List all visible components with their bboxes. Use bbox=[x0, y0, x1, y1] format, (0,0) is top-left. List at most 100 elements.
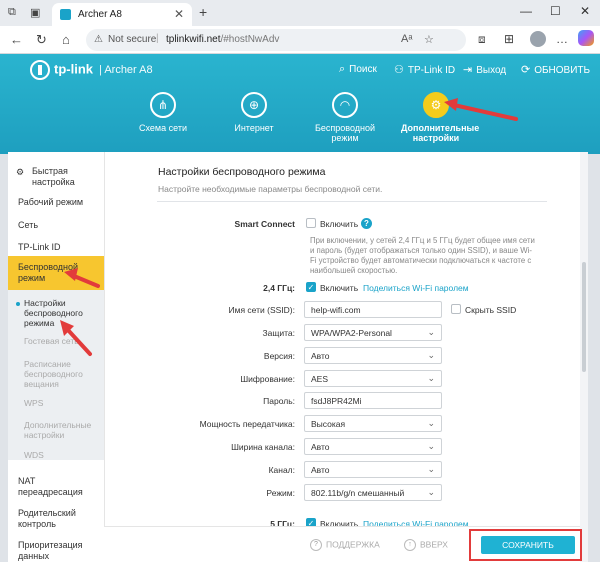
annotation-arrow-advanced bbox=[444, 98, 518, 121]
nav-internet[interactable]: ⊕ Интернет bbox=[219, 92, 289, 133]
address-toolbar: ← ↻ ⌂ ⚠ Not secure | tplinkwifi.net/#hos… bbox=[0, 26, 600, 54]
divider bbox=[157, 201, 547, 202]
channel-width-label: Ширина канала: bbox=[231, 442, 295, 452]
url-text: tplinkwifi.net/#hostNwAdv bbox=[166, 34, 280, 45]
smart-connect-checkbox[interactable] bbox=[306, 218, 316, 228]
profile-avatar[interactable] bbox=[530, 31, 546, 47]
settings-panel: Настройки беспроводного режима Настройте… bbox=[104, 152, 588, 562]
logout-link[interactable]: ⇥ Выход bbox=[463, 63, 506, 76]
band-24-label: 2,4 ГГц: bbox=[263, 283, 295, 293]
band-24-checkbox[interactable]: ✓ bbox=[306, 282, 316, 292]
read-aloud-icon[interactable]: Aᵃ bbox=[401, 33, 412, 45]
help-icon[interactable]: ? bbox=[361, 218, 372, 229]
channel-select[interactable]: Авто ⌄ bbox=[304, 461, 442, 478]
mode-select[interactable]: 802.11b/g/n смешанный ⌄ bbox=[304, 484, 442, 501]
chevron-down-icon: ⌄ bbox=[427, 441, 435, 451]
update-link[interactable]: ⟳ ОБНОВИТЬ bbox=[521, 63, 590, 76]
more-menu-icon[interactable]: … bbox=[556, 32, 568, 46]
smart-connect-enable-label: Включить bbox=[320, 219, 359, 229]
sidebar-item-tplink-id[interactable]: TP-Link ID bbox=[8, 242, 104, 253]
chevron-down-icon: ⌄ bbox=[427, 487, 435, 497]
tplink-logo: tp-link | Archer A8 bbox=[30, 60, 153, 80]
nav-network-map[interactable]: ⋔ Схема сети bbox=[128, 92, 198, 133]
tab-actions-icon[interactable]: ▣ bbox=[30, 6, 40, 19]
support-button[interactable]: ? ПОДДЕРЖКА bbox=[310, 539, 380, 551]
logout-icon: ⇥ bbox=[463, 64, 473, 76]
back-icon[interactable]: ← bbox=[10, 32, 23, 47]
maximize-icon[interactable]: ☐ bbox=[550, 4, 561, 18]
sidebar-item-network[interactable]: Сеть bbox=[8, 220, 104, 231]
close-window-icon[interactable]: ✕ bbox=[580, 4, 590, 18]
workspaces-icon[interactable]: ⧉ bbox=[8, 6, 16, 19]
band-24-enable-label: Включить bbox=[320, 283, 359, 293]
submenu-wds[interactable]: WDS bbox=[8, 450, 104, 460]
hide-ssid-checkbox[interactable] bbox=[451, 304, 461, 314]
tx-power-select[interactable]: Высокая ⌄ bbox=[304, 415, 442, 432]
new-tab-button[interactable]: + bbox=[199, 4, 207, 20]
url-separator: | bbox=[156, 33, 159, 44]
submenu-wps[interactable]: WPS bbox=[8, 398, 104, 408]
browser-tabbar: ⧉ ▣ Archer A8 ✕ + — ☐ ✕ bbox=[0, 0, 600, 26]
user-icon: ⚇ bbox=[394, 64, 404, 76]
encryption-label: Шифрование: bbox=[240, 374, 295, 384]
chevron-down-icon: ⌄ bbox=[427, 418, 435, 428]
annotation-highlight-save bbox=[469, 529, 582, 561]
network-map-icon: ⋔ bbox=[150, 92, 176, 118]
tx-power-label: Мощность передатчика: bbox=[199, 419, 295, 429]
annotation-arrow-wireless-settings bbox=[60, 320, 92, 356]
security-label: Защита: bbox=[262, 328, 296, 338]
scrollbar[interactable] bbox=[580, 152, 588, 562]
warning-icon[interactable]: ⚠ bbox=[94, 34, 103, 45]
channel-label: Канал: bbox=[268, 465, 295, 475]
chevron-down-icon: ⌄ bbox=[427, 373, 435, 383]
wifi-icon: ◠ bbox=[332, 92, 358, 118]
tab-title: Archer A8 bbox=[78, 9, 122, 20]
channel-width-select[interactable]: Авто ⌄ bbox=[304, 438, 442, 455]
page-description: Настройте необходимые параметры беспрово… bbox=[158, 184, 383, 194]
security-select[interactable]: WPA/WPA2-Personal ⌄ bbox=[304, 324, 442, 341]
sidebar-item-priority[interactable]: Приоритезация данных bbox=[8, 540, 104, 562]
share-password-link-24[interactable]: Поделиться Wi-Fi паролем bbox=[363, 283, 469, 293]
minimize-icon[interactable]: — bbox=[520, 4, 532, 18]
quick-setup-gear-icon: ⚙ bbox=[16, 167, 25, 177]
password-input[interactable]: fsdJ8PR42Mi bbox=[304, 392, 442, 409]
version-select[interactable]: Авто ⌄ bbox=[304, 347, 442, 364]
extensions-icon[interactable]: ⧈ bbox=[478, 32, 486, 47]
globe-icon: ⊕ bbox=[241, 92, 267, 118]
home-icon[interactable]: ⌂ bbox=[62, 32, 70, 47]
hide-ssid-label: Скрыть SSID bbox=[465, 305, 517, 315]
tplink-favicon-icon bbox=[60, 9, 71, 20]
top-button[interactable]: ↑ ВВЕРХ bbox=[404, 539, 448, 551]
sidebar-item-nat[interactable]: NAT переадресация bbox=[8, 476, 104, 498]
sidebar-item-parental[interactable]: Родительский контроль bbox=[8, 508, 104, 530]
submenu-schedule[interactable]: Расписание беспроводного вещания bbox=[8, 359, 104, 389]
scrollbar-thumb[interactable] bbox=[582, 262, 586, 372]
password-label: Пароль: bbox=[263, 396, 295, 406]
ssid-input[interactable]: help-wifi.com bbox=[304, 301, 442, 318]
submenu-additional[interactable]: Дополнительные настройки bbox=[8, 420, 104, 440]
search-icon: ⌕ bbox=[339, 63, 346, 75]
copilot-icon[interactable] bbox=[578, 30, 594, 46]
mode-label: Режим: bbox=[266, 488, 295, 498]
refresh-icon[interactable]: ↻ bbox=[36, 32, 47, 48]
router-model: | Archer A8 bbox=[99, 64, 153, 77]
tplink-logo-icon bbox=[30, 60, 50, 80]
encryption-select[interactable]: AES ⌄ bbox=[304, 370, 442, 387]
search-link[interactable]: ⌕ Поиск bbox=[339, 63, 377, 76]
sidebar-item-quick-setup[interactable]: ⚙ Быстрая настройка bbox=[8, 166, 104, 188]
url-bar[interactable]: ⚠ Not secure | tplinkwifi.net/#hostNwAdv… bbox=[86, 29, 466, 51]
browser-tab[interactable]: Archer A8 ✕ bbox=[52, 3, 192, 26]
nav-wireless[interactable]: ◠ Беспроводной режим bbox=[310, 92, 380, 143]
close-tab-icon[interactable]: ✕ bbox=[174, 7, 184, 21]
page-title: Настройки беспроводного режима bbox=[158, 166, 326, 178]
arrow-up-icon: ↑ bbox=[404, 539, 416, 551]
update-icon: ⟳ bbox=[521, 64, 531, 76]
sidebar-item-mode[interactable]: Рабочий режим bbox=[8, 197, 104, 208]
chevron-down-icon: ⌄ bbox=[427, 464, 435, 474]
smart-connect-note: При включении, у сетей 2,4 ГГц и 5 ГГц б… bbox=[310, 236, 535, 275]
collections-icon[interactable]: ⊞ bbox=[504, 32, 514, 46]
smart-connect-label: Smart Connect bbox=[234, 219, 295, 229]
not-secure-label: Not secure bbox=[108, 34, 157, 45]
favorite-star-icon[interactable]: ☆ bbox=[424, 33, 434, 46]
tplink-id-link[interactable]: ⚇ TP-Link ID bbox=[394, 63, 455, 76]
